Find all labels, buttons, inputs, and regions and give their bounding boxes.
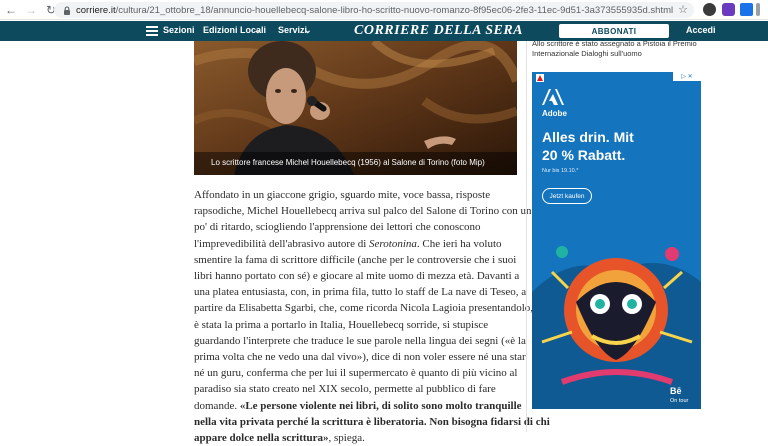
article-line: una platea entusiasta, con, in prima fil… [194, 286, 527, 299]
behance-logo: Bē [670, 386, 682, 396]
login-link[interactable]: Accedi [686, 25, 716, 35]
adchoices-icon[interactable]: ▷ ✕ [673, 72, 701, 81]
article-body: Affondato in un giaccone grigio, sguardo… [194, 187, 550, 446]
related-teaser[interactable]: Allo scrittore è stato assegnato a Pisto… [532, 39, 712, 59]
ad-logo-icon [536, 74, 544, 82]
photo-caption: Lo scrittore francese Michel Houellebecq… [194, 152, 517, 175]
book-title: Serotonina [369, 237, 417, 250]
services-menu[interactable]: Servizi [278, 25, 307, 35]
article-line: né un guru, conferma che per lui il supe… [194, 367, 518, 380]
hamburger-icon[interactable] [146, 26, 158, 36]
subscribe-button[interactable]: ABBONATI [559, 24, 669, 38]
extension-icon[interactable] [740, 3, 753, 16]
bookmark-star-icon[interactable]: ☆ [678, 3, 688, 16]
ad-fineprint: Nur bis 19.10.* [542, 168, 579, 174]
article-line: paradiso sia stato creato nel XIX secolo… [194, 383, 496, 396]
article-line: partire da Elisabetta Sgarbi, che, come … [194, 302, 534, 315]
menu-kebab-icon[interactable] [756, 3, 760, 16]
site-header: Sezioni Edizioni Locali ⌄ Servizi ⌄ CORR… [0, 21, 768, 41]
article-line: guardando l'interprete che traduce le su… [194, 334, 526, 347]
adobe-logo-icon [542, 89, 564, 105]
article-line: appare dolce nella scrittura», spiega. [194, 432, 365, 445]
browser-toolbar: ← → ↻ corriere.it/cultura/21_ottobre_18/… [0, 0, 768, 20]
extension-icon[interactable] [722, 3, 735, 16]
article-line: l'imprevedibilità dell'abrasivo autore d… [194, 237, 502, 250]
article-line: domande. «Le persone violente nei libri,… [194, 399, 522, 412]
ad-headline: Alles drin. Mit 20 % Rabatt. [542, 129, 634, 163]
ad-illustration [532, 232, 701, 409]
article-line: Affondato in un giaccone grigio, sguardo… [194, 189, 491, 201]
behance-subtitle: On tour [670, 398, 689, 404]
article-line: prima volta che ne vedo una dal vivo»), … [194, 351, 526, 364]
ad-cta-button[interactable]: Jetzt kaufen [542, 188, 592, 204]
address-bar[interactable]: corriere.it/cultura/21_ottobre_18/annunc… [54, 2, 694, 18]
chevron-down-icon[interactable]: ⌄ [304, 25, 312, 36]
sections-menu[interactable]: Sezioni [163, 25, 195, 35]
article-line: smentire la fama di scrittore difficile … [194, 253, 517, 266]
url-text[interactable]: corriere.it/cultura/21_ottobre_18/annunc… [76, 5, 673, 16]
photo-caption-text: Lo scrittore francese Michel Houellebecq… [211, 158, 485, 167]
article-line: po' di ritardo, sciogliendo l'apprension… [194, 221, 481, 234]
advertisement-banner[interactable]: ▷ ✕ Adobe Alles drin. Mit 20 % Rabatt. N… [532, 72, 701, 409]
article-line: libri hanno portato con sé) e giocare al… [194, 270, 520, 283]
lock-icon[interactable] [60, 3, 74, 17]
site-logo[interactable]: CORRIERE DELLA SERA [354, 23, 523, 39]
column-divider [526, 41, 527, 432]
back-icon[interactable]: ← [2, 1, 20, 19]
forward-icon[interactable]: → [22, 1, 40, 19]
quote-bold: «Le persone violente nei libri, di solit… [239, 399, 522, 412]
extension-icon[interactable] [703, 3, 716, 16]
chevron-down-icon[interactable]: ⌄ [254, 25, 262, 36]
article-line: rapsodiche, Michel Houellebecq arriva su… [194, 205, 532, 218]
article-line: nella vita privata perché la scrittura è… [194, 415, 550, 428]
ad-brand: Adobe [542, 109, 567, 118]
article-line: è stata la prima a portarlo in Italia, H… [194, 318, 489, 331]
